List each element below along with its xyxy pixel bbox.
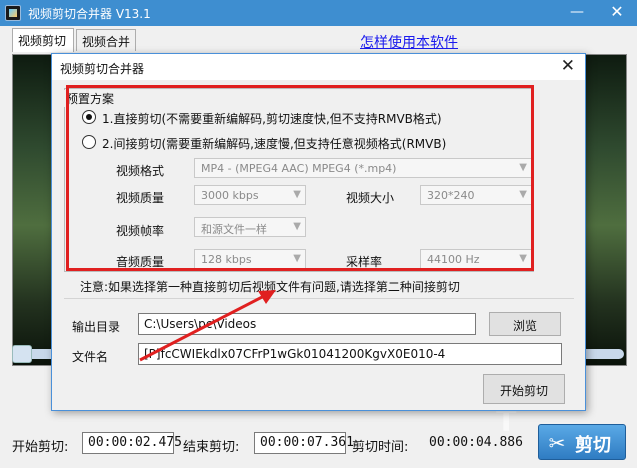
tab-video-merge[interactable]: 视频合并 <box>76 29 136 51</box>
start-time-input[interactable]: 00:00:02.475 <box>82 432 182 454</box>
close-button[interactable]: ✕ <box>600 0 634 26</box>
note-text: 注意:如果选择第一种直接剪切后视频文件有问题,请选择第二种间接剪切 <box>80 280 460 294</box>
dialog-close-icon[interactable]: ✕ <box>561 56 575 76</box>
cut-button[interactable]: ✂ 剪切 <box>538 424 626 460</box>
browse-button[interactable]: 浏览 <box>489 312 561 336</box>
end-time-label: 结束剪切: <box>183 440 240 455</box>
scissors-icon: ✂ <box>548 431 566 455</box>
filename-label: 文件名 <box>72 350 109 364</box>
help-link[interactable]: 怎样使用本软件 <box>360 32 458 52</box>
tab-video-cut[interactable]: 视频剪切 <box>12 28 74 52</box>
divider <box>64 298 574 299</box>
app-icon <box>5 5 21 21</box>
filename-input[interactable]: [P]fcCWIEkdlx07CFrP1wGk01041200KgvX0E010… <box>138 343 562 365</box>
dialog-titlebar: 视频剪切合并器 ✕ <box>52 54 585 80</box>
start-cut-button[interactable]: 开始剪切 <box>483 374 565 404</box>
window-titlebar: 视频剪切合并器 V13.1 — ✕ <box>0 0 637 26</box>
cut-button-label: 剪切 <box>575 435 611 456</box>
start-time-label: 开始剪切: <box>12 440 69 455</box>
highlight-box <box>66 85 534 271</box>
minimize-button[interactable]: — <box>560 0 594 26</box>
duration-label: 剪切时间: <box>352 440 409 455</box>
timeline-slider-thumb[interactable] <box>12 345 32 363</box>
dialog-title: 视频剪切合并器 <box>60 62 145 76</box>
cut-settings-dialog: 视频剪切合并器 ✕ 预置方案 1.直接剪切(不需要重新编解码,剪切速度快,但不支… <box>51 53 586 411</box>
output-dir-input[interactable]: C:\Users\pc\Videos <box>138 313 476 335</box>
window-title: 视频剪切合并器 V13.1 <box>28 7 151 21</box>
output-dir-label: 输出目录 <box>72 320 121 334</box>
end-time-input[interactable]: 00:00:07.361 <box>254 432 354 454</box>
